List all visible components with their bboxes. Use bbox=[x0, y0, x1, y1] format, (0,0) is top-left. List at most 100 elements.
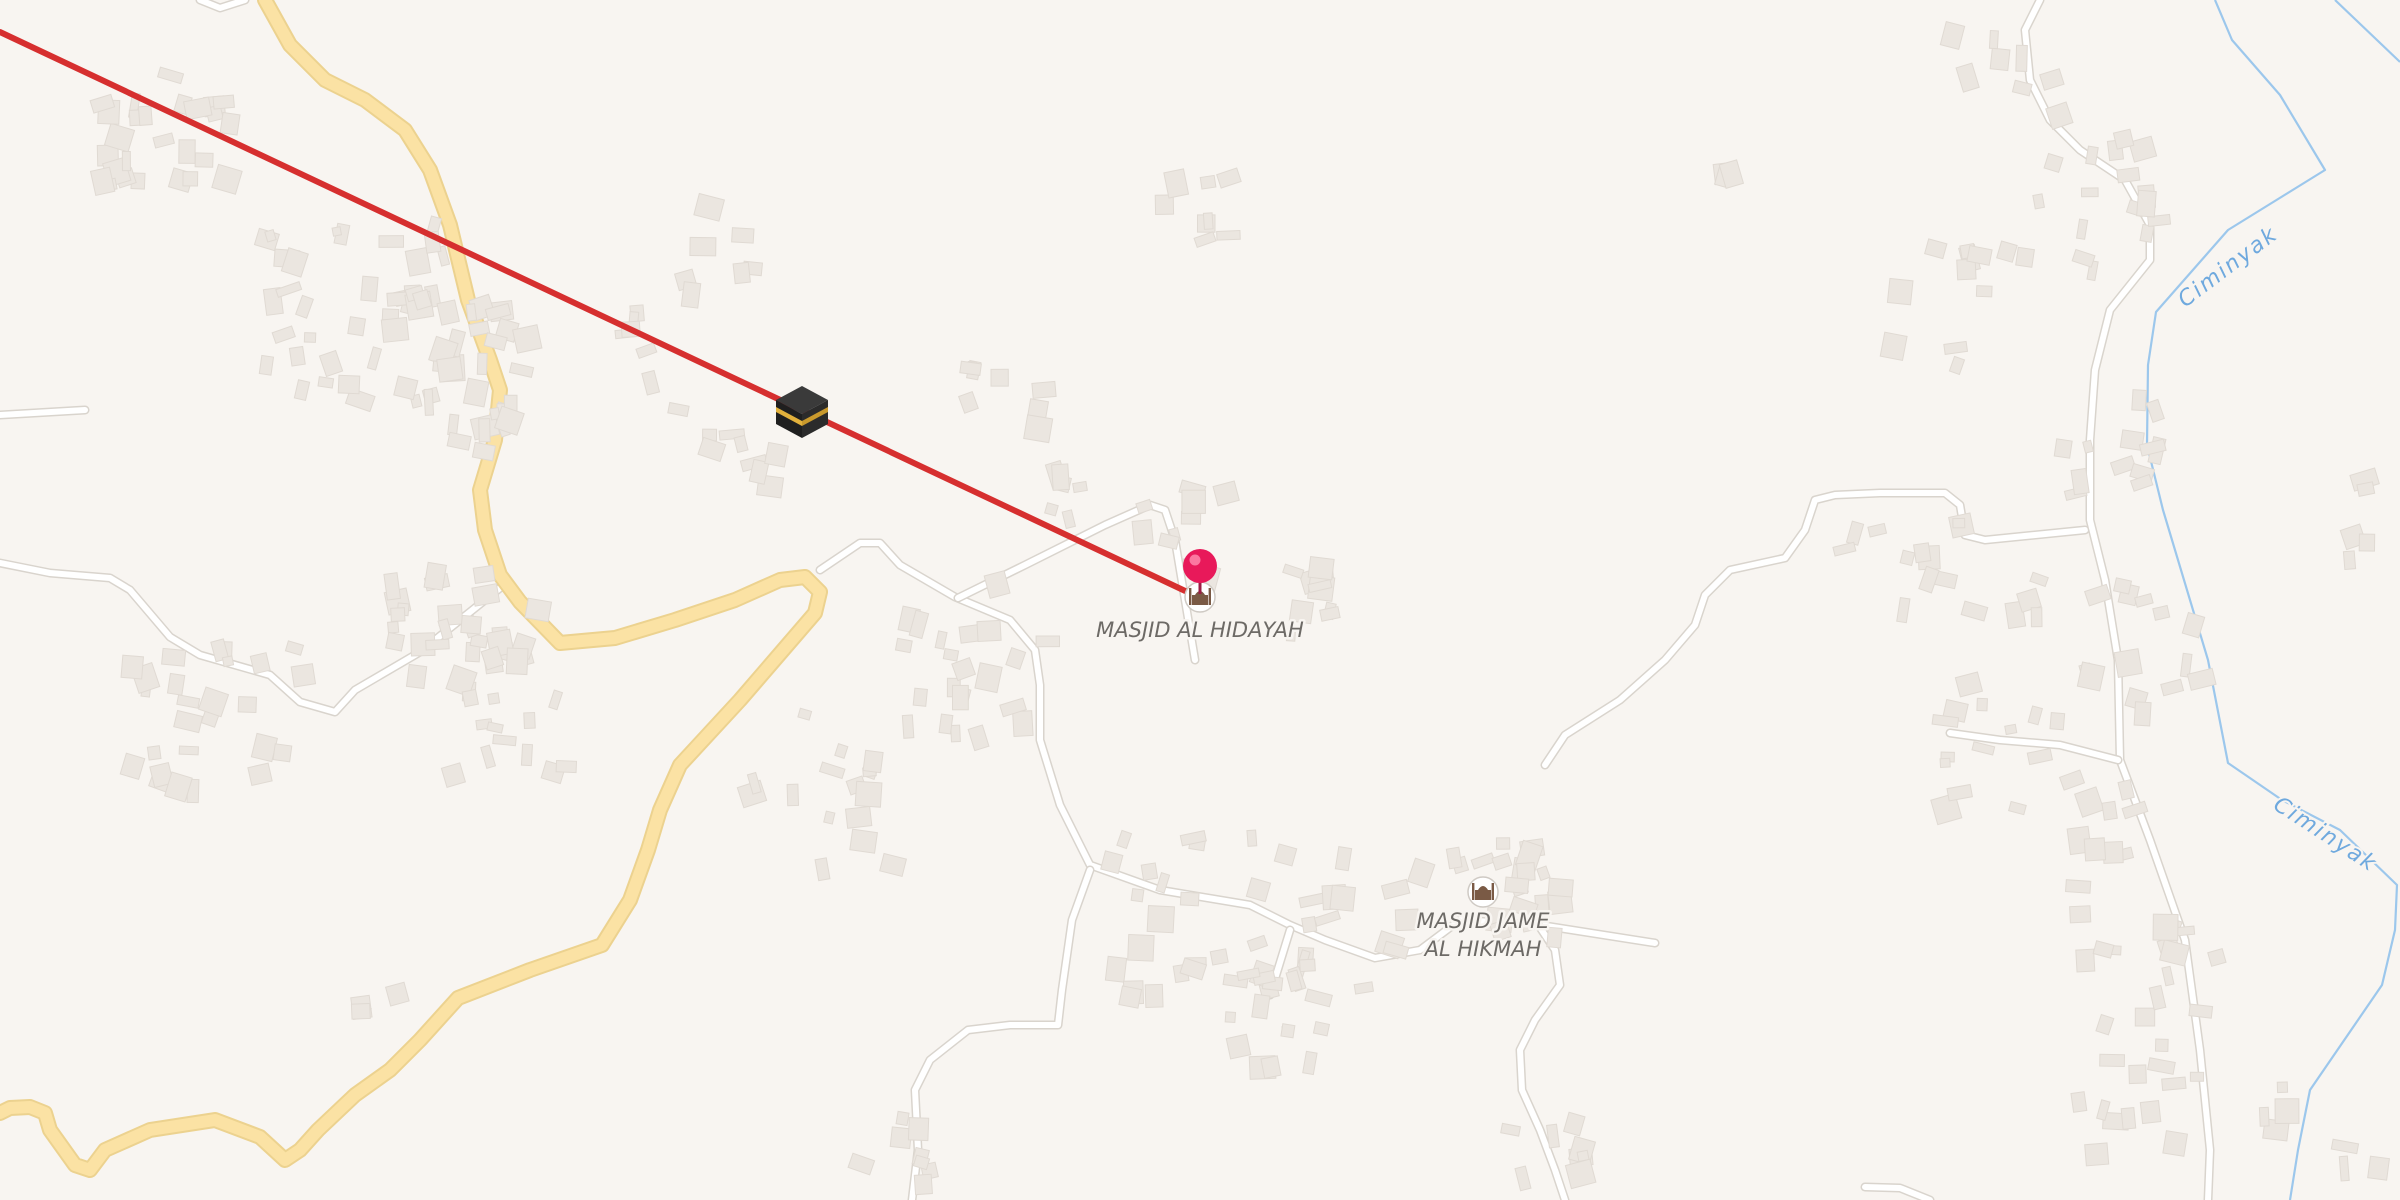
building bbox=[318, 349, 344, 378]
minor-roads bbox=[0, 0, 2215, 1200]
building bbox=[2161, 965, 2175, 987]
building bbox=[1193, 231, 1217, 248]
building bbox=[1216, 167, 1242, 189]
mosque-icon bbox=[1467, 876, 1499, 908]
building bbox=[2099, 1053, 2126, 1068]
building bbox=[2139, 223, 2155, 244]
building bbox=[2148, 984, 2167, 1011]
building bbox=[912, 687, 928, 707]
building bbox=[1879, 331, 1908, 361]
building bbox=[1996, 240, 2018, 263]
building bbox=[1127, 933, 1155, 962]
building bbox=[2039, 68, 2065, 91]
building bbox=[471, 583, 501, 607]
building bbox=[1313, 910, 1341, 927]
building bbox=[959, 360, 982, 376]
building bbox=[1470, 852, 1496, 870]
building bbox=[471, 441, 497, 462]
building bbox=[2131, 389, 2148, 412]
building bbox=[1179, 891, 1200, 907]
building bbox=[1251, 993, 1271, 1020]
building bbox=[913, 1173, 933, 1196]
building bbox=[1224, 1011, 1237, 1024]
building bbox=[393, 375, 419, 401]
building bbox=[2102, 841, 2124, 864]
building bbox=[1298, 892, 1327, 909]
building bbox=[1913, 542, 1932, 564]
building bbox=[178, 745, 199, 756]
building bbox=[1562, 1111, 1586, 1137]
building bbox=[146, 745, 162, 761]
building bbox=[934, 630, 948, 650]
building bbox=[120, 654, 145, 680]
building bbox=[1116, 829, 1133, 850]
building bbox=[1181, 489, 1206, 514]
building bbox=[1212, 480, 1240, 507]
building bbox=[1319, 605, 1341, 622]
building bbox=[1491, 852, 1513, 871]
building bbox=[2092, 940, 2115, 959]
building bbox=[635, 342, 658, 360]
building bbox=[387, 620, 400, 634]
building bbox=[2258, 1106, 2270, 1127]
building bbox=[460, 614, 483, 635]
building bbox=[2186, 667, 2217, 691]
building bbox=[2139, 1100, 2162, 1125]
building bbox=[2161, 1076, 2187, 1091]
building bbox=[1225, 1033, 1252, 1060]
building bbox=[2112, 577, 2133, 595]
building bbox=[478, 418, 491, 443]
building bbox=[2064, 879, 2092, 894]
building bbox=[2189, 1071, 2205, 1082]
building bbox=[161, 647, 187, 667]
building bbox=[271, 325, 296, 345]
building bbox=[2134, 1007, 2156, 1027]
building bbox=[1867, 522, 1888, 538]
poi-masjid-jame-al-hikmah[interactable]: MASJID JAME AL HIKMAH bbox=[1414, 876, 1553, 964]
building bbox=[1948, 355, 1966, 376]
map-canvas[interactable]: Ciminyak Ciminyak MASJID AL HIDAYAH MASJ… bbox=[0, 0, 2400, 1200]
building bbox=[1845, 520, 1865, 546]
building bbox=[786, 783, 800, 807]
building bbox=[1952, 517, 1966, 529]
building bbox=[152, 132, 176, 149]
building bbox=[2029, 571, 2049, 588]
building bbox=[1380, 878, 1411, 900]
building bbox=[247, 762, 273, 787]
building bbox=[862, 749, 884, 774]
building bbox=[823, 810, 836, 825]
building bbox=[894, 637, 913, 654]
building bbox=[1051, 463, 1070, 491]
building bbox=[461, 688, 480, 708]
building bbox=[1514, 1165, 1532, 1192]
building bbox=[1216, 230, 1241, 241]
building bbox=[1012, 710, 1034, 738]
building bbox=[1302, 1050, 1318, 1076]
building bbox=[119, 752, 146, 781]
building bbox=[1312, 1020, 1331, 1037]
building bbox=[275, 281, 303, 298]
building bbox=[2070, 1091, 2088, 1113]
building bbox=[480, 744, 497, 769]
building bbox=[2027, 705, 2044, 726]
building bbox=[2058, 769, 2086, 791]
building bbox=[295, 294, 315, 319]
building bbox=[731, 227, 755, 244]
building bbox=[166, 672, 186, 696]
building bbox=[1924, 238, 1948, 260]
building bbox=[1896, 596, 1911, 624]
building bbox=[1273, 843, 1298, 867]
building bbox=[2030, 607, 2043, 628]
building bbox=[2008, 800, 2027, 816]
building bbox=[390, 607, 406, 623]
building bbox=[1394, 908, 1420, 932]
building bbox=[1971, 741, 1996, 756]
building bbox=[486, 721, 504, 734]
building bbox=[697, 436, 727, 463]
building bbox=[197, 686, 230, 718]
building bbox=[425, 638, 450, 651]
building bbox=[1536, 865, 1551, 882]
building bbox=[385, 631, 406, 652]
building bbox=[2367, 1155, 2390, 1181]
building bbox=[2133, 701, 2152, 727]
